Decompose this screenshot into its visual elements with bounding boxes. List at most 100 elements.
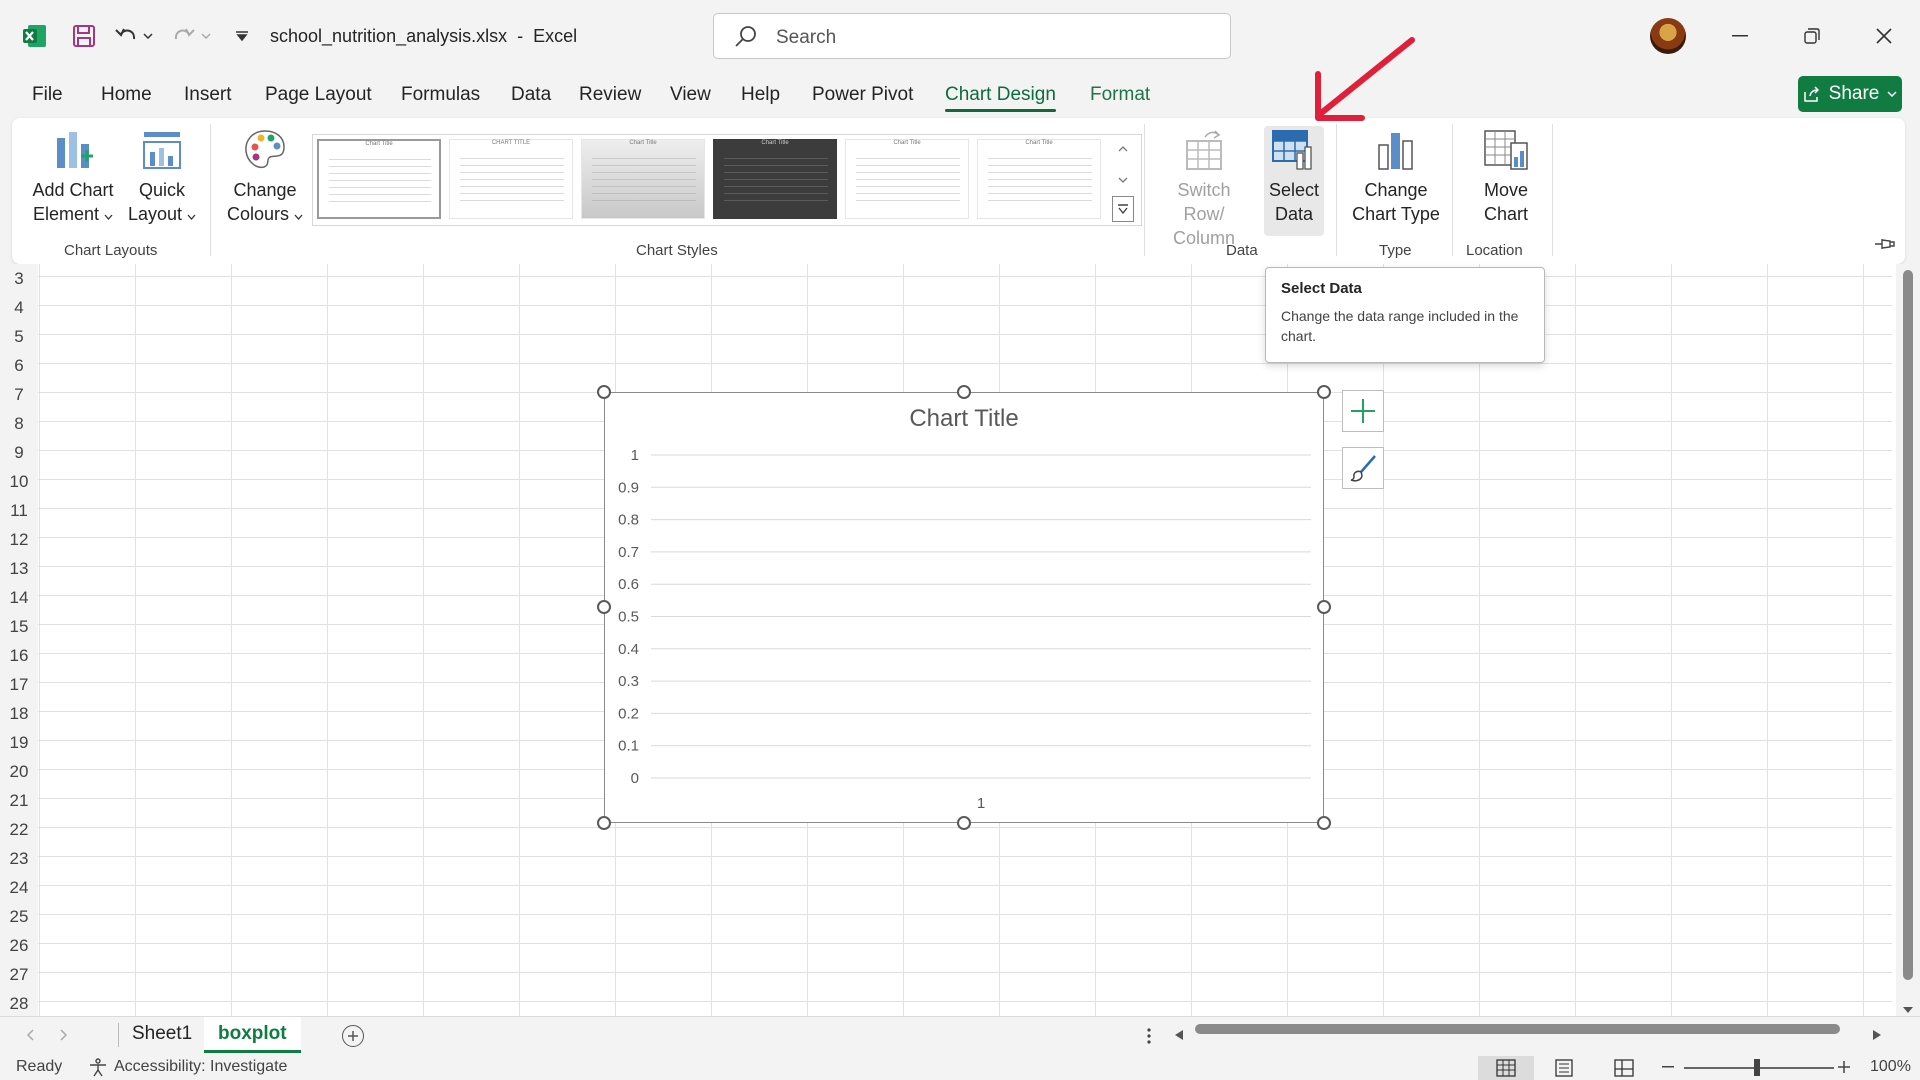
row-header[interactable]: 20 <box>0 757 38 786</box>
chart-elements-button[interactable] <box>1342 390 1384 432</box>
chart-style-1[interactable]: Chart Title <box>317 139 441 219</box>
chart-style-4[interactable]: Chart Title <box>713 139 837 219</box>
row-header[interactable]: 23 <box>0 844 38 873</box>
chart-style-3[interactable]: Chart Title <box>581 139 705 219</box>
row-header[interactable]: 10 <box>0 467 38 496</box>
row-header[interactable]: 9 <box>0 438 38 467</box>
undo-dropdown-icon[interactable] <box>140 22 156 50</box>
row-header[interactable]: 22 <box>0 815 38 844</box>
avatar[interactable] <box>1650 18 1686 54</box>
row-header[interactable]: 16 <box>0 641 38 670</box>
row-header[interactable]: 12 <box>0 525 38 554</box>
change-chart-type-button[interactable]: Change Chart Type <box>1348 126 1444 226</box>
resize-handle-top[interactable] <box>957 385 971 399</box>
chart-style-5[interactable]: Chart Title <box>845 139 969 219</box>
tab-page-layout[interactable]: Page Layout <box>265 84 372 106</box>
gallery-scroll-down-icon[interactable] <box>1110 165 1136 194</box>
restore-button[interactable] <box>1792 18 1832 54</box>
accessibility-status[interactable]: Accessibility: Investigate <box>114 1058 287 1076</box>
row-header[interactable]: 5 <box>0 322 38 351</box>
row-header[interactable]: 14 <box>0 583 38 612</box>
next-sheet-icon[interactable] <box>60 1029 68 1041</box>
prev-sheet-icon[interactable] <box>26 1029 34 1041</box>
tab-insert[interactable]: Insert <box>184 84 232 106</box>
resize-handle-bottom-right[interactable] <box>1317 816 1331 830</box>
gallery-more-icon[interactable] <box>1112 196 1134 222</box>
tab-data[interactable]: Data <box>511 84 551 106</box>
tab-chart-design[interactable]: Chart Design <box>945 84 1056 112</box>
vertical-scrollbar-thumb[interactable] <box>1903 270 1913 980</box>
sheet-tab-boxplot[interactable]: boxplot <box>204 1017 301 1053</box>
resize-handle-right[interactable] <box>1317 600 1331 614</box>
row-header[interactable]: 19 <box>0 728 38 757</box>
chart-styles-button[interactable] <box>1342 447 1384 489</box>
row-header[interactable]: 27 <box>0 960 38 989</box>
chart-style-2[interactable]: CHART TITLE <box>449 139 573 219</box>
chart-plot-area[interactable]: 1 0.9 0.8 0.7 0.6 0.5 0.4 0.3 0.2 0.1 0 1 <box>605 393 1325 824</box>
minimize-button[interactable] <box>1720 18 1760 54</box>
tab-formulas[interactable]: Formulas <box>401 84 480 106</box>
pin-ribbon-icon[interactable] <box>1874 236 1896 257</box>
row-header[interactable]: 25 <box>0 902 38 931</box>
scroll-right-icon[interactable] <box>1872 1029 1882 1041</box>
resize-handle-bottom-left[interactable] <box>597 816 611 830</box>
change-colours-button[interactable]: Change Colours <box>220 126 310 226</box>
page-layout-view-icon[interactable] <box>1554 1059 1574 1077</box>
row-header[interactable]: 24 <box>0 873 38 902</box>
scroll-left-icon[interactable] <box>1174 1029 1184 1041</box>
select-data-label-2: Data <box>1274 204 1314 224</box>
sheet-tab-sheet1[interactable]: Sheet1 <box>118 1017 206 1053</box>
tab-view[interactable]: View <box>670 84 711 106</box>
row-header[interactable]: 3 <box>0 264 38 293</box>
zoom-in-icon[interactable] <box>1838 1061 1850 1073</box>
tab-review[interactable]: Review <box>579 84 641 106</box>
close-button[interactable] <box>1864 18 1904 54</box>
chevron-down-icon <box>1887 91 1897 97</box>
normal-view-button[interactable] <box>1478 1056 1534 1080</box>
more-options-icon[interactable] <box>1147 1027 1151 1045</box>
zoom-level[interactable]: 100% <box>1870 1058 1911 1076</box>
quick-layout-button[interactable]: Quick Layout <box>122 126 202 226</box>
row-header[interactable]: 17 <box>0 670 38 699</box>
tab-help[interactable]: Help <box>741 84 780 106</box>
row-header[interactable]: 6 <box>0 351 38 380</box>
resize-handle-top-left[interactable] <box>597 385 611 399</box>
row-header[interactable]: 21 <box>0 786 38 815</box>
tab-format[interactable]: Format <box>1090 84 1150 106</box>
resize-handle-left[interactable] <box>597 600 611 614</box>
horizontal-scrollbar-thumb[interactable] <box>1195 1024 1840 1034</box>
customize-qat-icon[interactable] <box>228 22 256 50</box>
row-header[interactable]: 15 <box>0 612 38 641</box>
zoom-slider-thumb[interactable] <box>1754 1059 1760 1076</box>
row-header[interactable]: 26 <box>0 931 38 960</box>
scroll-down-icon[interactable] <box>1902 1006 1914 1014</box>
row-header[interactable]: 11 <box>0 496 38 525</box>
zoom-out-icon[interactable] <box>1662 1066 1674 1068</box>
chart-object[interactable]: Chart Title 1 0.9 0.8 0.7 0.6 0.5 0.4 0.3 0.2 0.1… <box>604 392 1324 823</box>
tab-file[interactable]: File <box>32 84 63 106</box>
row-header[interactable]: 8 <box>0 409 38 438</box>
gallery-scroll-up-icon[interactable] <box>1110 134 1136 163</box>
add-chart-element-button[interactable]: Add Chart Element <box>30 126 116 226</box>
resize-handle-top-right[interactable] <box>1317 385 1331 399</box>
vertical-scrollbar[interactable] <box>1896 264 1920 1016</box>
save-icon[interactable] <box>70 22 98 50</box>
search-input[interactable]: Search <box>713 13 1231 59</box>
switch-row-column-button[interactable]: Switch Row/ Column <box>1156 126 1252 250</box>
tab-home[interactable]: Home <box>101 84 152 106</box>
tab-power-pivot[interactable]: Power Pivot <box>812 84 913 106</box>
move-chart-button[interactable]: Move Chart <box>1464 126 1548 226</box>
row-header[interactable]: 4 <box>0 293 38 322</box>
undo-icon[interactable] <box>112 22 140 50</box>
add-sheet-icon[interactable] <box>342 1025 364 1047</box>
resize-handle-bottom[interactable] <box>957 816 971 830</box>
row-header[interactable]: 18 <box>0 699 38 728</box>
accessibility-icon[interactable] <box>88 1058 108 1078</box>
chart-style-6[interactable]: Chart Title <box>977 139 1101 219</box>
select-data-button[interactable]: Select Data <box>1264 126 1324 236</box>
row-header[interactable]: 13 <box>0 554 38 583</box>
share-button[interactable]: Share <box>1798 76 1902 112</box>
row-header[interactable]: 7 <box>0 380 38 409</box>
row-header[interactable]: 28 <box>0 989 38 1018</box>
page-break-view-icon[interactable] <box>1614 1059 1634 1077</box>
